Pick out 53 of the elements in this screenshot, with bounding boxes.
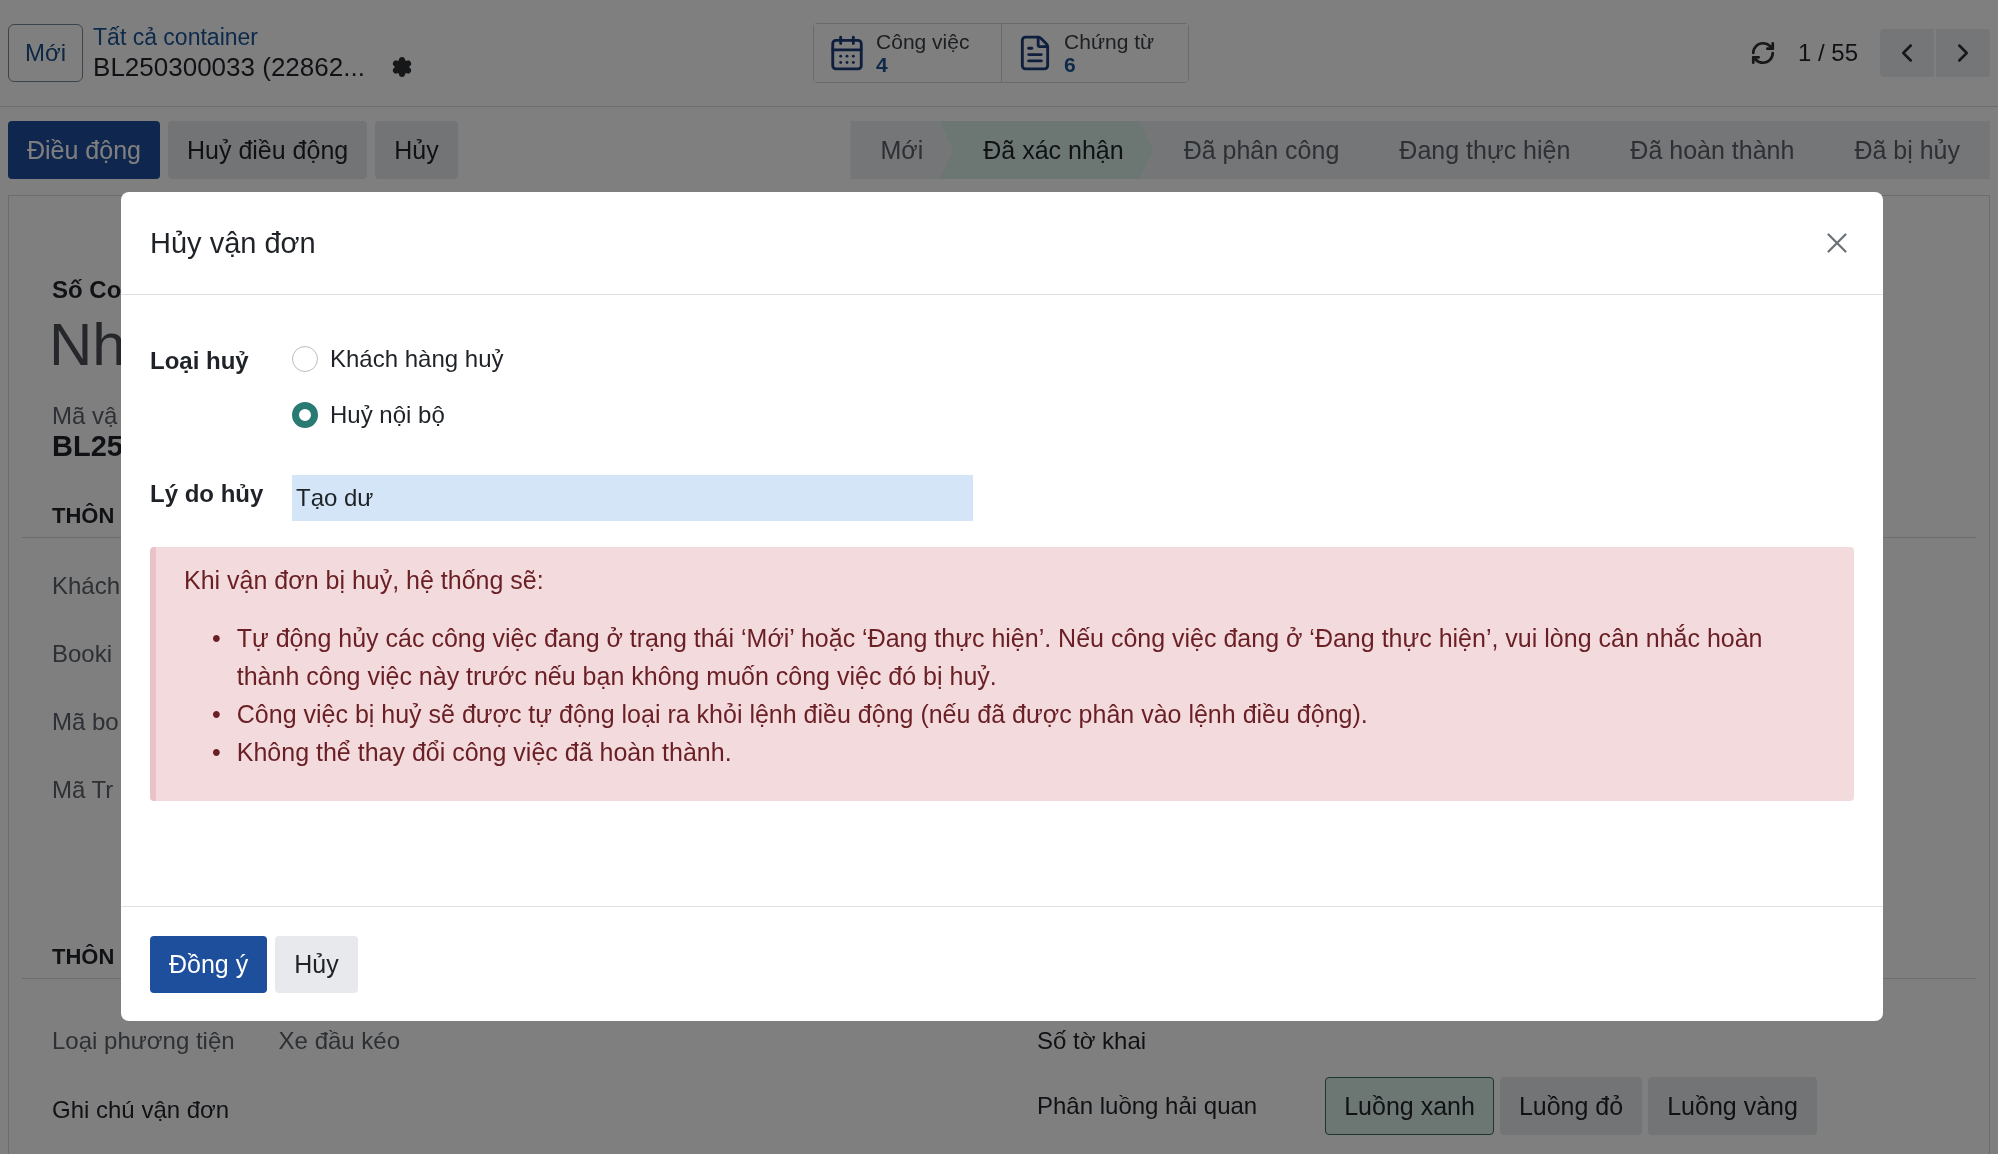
field-label: Loại phương tiện [52,1027,235,1055]
section-heading: THÔN [52,944,115,969]
field-label: Số Co [52,276,122,304]
field-label: Mã vậ [52,402,118,430]
field-label: Booki [52,640,113,668]
field-value: Xe đầu kéo [278,1027,401,1055]
alert-item: Không thể thay đổi công việc đã hoàn thành. [236,737,732,768]
record-name: Nh [49,310,126,380]
pager-counter[interactable]: 1 / 55 [1797,39,1858,67]
field-label: Loại huỷ [150,347,250,375]
previous-button[interactable] [1880,29,1934,77]
field-label: Mã bo [52,708,119,736]
option-button[interactable]: Luồng vàng [1648,1077,1817,1135]
alert-item: Công việc bị huỷ sẽ được tự động loại ra khỏi lệnh điều động (nếu đã được phân vào lệnh điều động). [236,699,1368,730]
status-step[interactable]: Mới [850,121,954,179]
status-step[interactable]: Đã hoàn thành [1586,121,1825,179]
status-step[interactable]: Đã phân công [1139,121,1370,179]
field-label: Số tờ khai [1037,1027,1147,1055]
alert-text: Khi vận đơn bị huỷ, hệ thống sẽ: [184,565,545,596]
bullet: • [212,699,221,730]
field-label: Mã Tr [52,776,114,804]
next-button[interactable] [1936,29,1990,77]
action-button[interactable]: Hủy [375,121,458,179]
field-label: Khách [52,572,121,600]
section-heading: THÔN [52,503,115,528]
radio-label[interactable]: Huỷ nội bộ [330,401,445,429]
radio-label[interactable]: Khách hàng huỷ [330,345,504,373]
reason-input[interactable]: Tạo dư [292,475,973,521]
field-label: Phân luồng hải quan [1037,1092,1258,1120]
confirm-button[interactable]: Đồng ý [150,935,268,993]
cancel-button[interactable]: Hủy [275,935,358,993]
radio-button[interactable] [292,346,318,372]
option-button[interactable]: Luồng xanh [1325,1077,1494,1135]
record-title: BL250300033 (22862... [93,51,365,83]
smart-button[interactable]: Chứng từ 6 [1001,24,1189,82]
option-button[interactable]: Luồng đỏ [1499,1077,1643,1135]
dialog-title: Hủy vận đơn [150,226,316,260]
breadcrumb-link[interactable]: Tất cả container [93,23,814,51]
field-value: BL25 [52,430,123,463]
status-step[interactable]: Đã xác nhận [939,121,1154,179]
status-step[interactable]: Đã bị hủy [1810,121,1990,179]
field-label: Lý do hủy [150,480,265,508]
refresh-icon[interactable] [1749,40,1776,66]
bullet: • [212,623,221,654]
settings-icon[interactable] [390,56,413,78]
action-button[interactable]: Huỷ điều động [168,121,368,179]
action-button[interactable]: Điều động [8,121,160,179]
field-label: Ghi chú vận đơn [52,1096,230,1124]
bullet: • [212,737,221,768]
new-button[interactable]: Mới [8,24,84,82]
radio-button[interactable] [292,402,318,428]
alert-item: Tự động hủy các công việc đang ở trạng thái ‘Mới’ hoặc ‘Đang thực hiện’. Nếu công việc đang ở ‘Đang thực hiện’, vui lòng cân nhắc hoàn thành công việc này trước nếu bạn không muốn công việc đó bị huỷ. [236,623,1764,692]
status-step[interactable]: Đang thực hiện [1355,121,1601,179]
